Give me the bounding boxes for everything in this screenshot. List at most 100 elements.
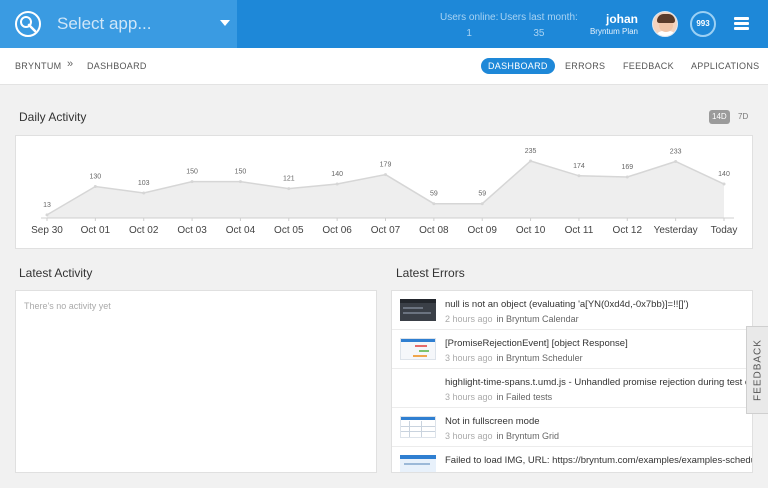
data-label: 59 bbox=[430, 191, 438, 198]
tab-applications[interactable]: APPLICATIONS bbox=[691, 58, 759, 74]
user-name[interactable]: johan bbox=[606, 12, 638, 26]
feedback-side-tab-label: FEEDBACK bbox=[752, 339, 763, 401]
app-select-label: Select app... bbox=[57, 14, 152, 33]
error-row[interactable]: null is not an object (evaluating 'a[YN(… bbox=[392, 291, 752, 330]
stat-value: 1 bbox=[466, 28, 472, 39]
data-point bbox=[142, 191, 146, 195]
data-point bbox=[93, 184, 97, 188]
x-tick-label: Oct 11 bbox=[565, 225, 594, 236]
error-row[interactable]: [PromiseRejectionEvent] [object Response… bbox=[392, 330, 752, 369]
x-tick-label: Oct 04 bbox=[226, 225, 256, 236]
error-source: in Bryntum Calendar bbox=[496, 314, 579, 324]
hamburger-icon[interactable] bbox=[734, 17, 749, 30]
error-source: in Bryntum Grid bbox=[496, 431, 560, 441]
x-tick-label: Oct 06 bbox=[322, 225, 352, 236]
error-time: 3 hours ago bbox=[445, 431, 493, 441]
breadcrumb-current: DASHBOARD bbox=[87, 61, 147, 71]
x-tick-label: Oct 02 bbox=[129, 225, 159, 236]
tab-dashboard[interactable]: DASHBOARD bbox=[481, 58, 555, 74]
range-7d-button[interactable]: 7D bbox=[735, 110, 751, 124]
error-time: 2 hours ago bbox=[445, 314, 493, 324]
error-title: [PromiseRejectionEvent] [object Response… bbox=[445, 338, 628, 349]
data-label: 174 bbox=[573, 163, 585, 170]
data-label: 121 bbox=[283, 176, 295, 183]
menu-line bbox=[734, 27, 749, 30]
x-tick-label: Oct 12 bbox=[613, 225, 643, 236]
data-point bbox=[625, 175, 629, 179]
chart-svg: 13 Sep 30 130 Oct 01 103 Oct 02 150 Oct 03 150 Oc… bbox=[31, 148, 737, 236]
data-point bbox=[432, 202, 436, 206]
data-label: 169 bbox=[621, 164, 633, 171]
data-point bbox=[674, 159, 678, 163]
x-tick-label: Oct 07 bbox=[371, 225, 401, 236]
feedback-side-tab[interactable]: FEEDBACK bbox=[746, 326, 768, 414]
latest-activity-title: Latest Activity bbox=[19, 266, 93, 280]
tab-feedback[interactable]: FEEDBACK bbox=[623, 58, 674, 74]
x-tick-label: Oct 03 bbox=[177, 225, 207, 236]
data-label: 150 bbox=[186, 169, 198, 176]
daily-activity-title: Daily Activity bbox=[19, 110, 87, 124]
breadcrumb-separator-icon: » bbox=[67, 58, 74, 70]
avatar[interactable] bbox=[652, 11, 678, 37]
data-point bbox=[480, 202, 484, 206]
data-label: 150 bbox=[235, 169, 247, 176]
error-thumbnail bbox=[400, 299, 436, 321]
data-point bbox=[577, 174, 581, 178]
stat-users-online: Users online: 1 bbox=[440, 12, 498, 39]
x-tick-label: Oct 10 bbox=[516, 225, 546, 236]
data-point bbox=[238, 180, 242, 184]
data-label: 140 bbox=[718, 171, 730, 178]
data-label: 235 bbox=[525, 148, 537, 155]
latest-errors-title: Latest Errors bbox=[396, 266, 465, 280]
data-point bbox=[335, 182, 339, 186]
data-label: 130 bbox=[90, 173, 102, 180]
data-point bbox=[384, 173, 387, 177]
error-thumbnail bbox=[400, 338, 436, 360]
error-source: in Failed tests bbox=[496, 392, 553, 402]
error-meta: 3 hours ago in Failed tests bbox=[445, 392, 552, 402]
error-row[interactable]: Not in fullscreen mode 3 hours ago in Bry… bbox=[392, 408, 752, 447]
app-select-dropdown[interactable]: Select app... bbox=[0, 0, 237, 48]
error-thumbnail bbox=[400, 416, 436, 438]
x-tick-label: Yesterday bbox=[654, 225, 698, 236]
menu-line bbox=[734, 17, 749, 20]
data-point bbox=[190, 180, 194, 184]
x-tick-label: Oct 08 bbox=[419, 225, 449, 236]
error-title: null is not an object (evaluating 'a[YN(… bbox=[445, 299, 689, 310]
x-tick-label: Oct 09 bbox=[467, 225, 497, 236]
x-tick-label: Sep 30 bbox=[31, 225, 63, 236]
latest-activity-panel: There's no activity yet bbox=[15, 290, 377, 473]
caret-down-icon bbox=[220, 20, 230, 26]
stat-label: Users online: bbox=[440, 12, 499, 23]
error-meta: 3 hours ago in Bryntum Scheduler bbox=[445, 353, 583, 363]
error-thumbnail bbox=[400, 455, 436, 472]
error-meta: 2 hours ago in Bryntum Calendar bbox=[445, 314, 579, 324]
daily-activity-chart: 13 Sep 30 130 Oct 01 103 Oct 02 150 Oct 03 150 Oc… bbox=[15, 135, 753, 249]
data-label: 233 bbox=[670, 148, 682, 155]
x-tick-label: Oct 05 bbox=[274, 225, 304, 236]
stat-users-last-month: Users last month: 35 bbox=[500, 12, 578, 39]
error-title: Failed to load IMG, URL: https://bryntum… bbox=[445, 455, 753, 466]
data-point bbox=[45, 213, 49, 217]
bryntum-logo-icon bbox=[15, 11, 41, 37]
breadcrumb-root[interactable]: BRYNTUM bbox=[15, 61, 61, 71]
range-14d-button[interactable]: 14D bbox=[709, 110, 730, 124]
notification-badge[interactable]: 993 bbox=[690, 11, 716, 37]
x-tick-label: Oct 01 bbox=[81, 225, 111, 236]
error-row[interactable]: highlight-time-spans.t.umd.js - Unhandle… bbox=[392, 369, 753, 408]
data-point bbox=[722, 182, 726, 186]
error-meta: 3 hours ago in Bryntum Grid bbox=[445, 431, 559, 441]
data-label: 140 bbox=[331, 171, 343, 178]
error-time: 3 hours ago bbox=[445, 392, 493, 402]
error-row[interactable]: Failed to load IMG, URL: https://bryntum… bbox=[392, 447, 753, 472]
data-label: 13 bbox=[43, 202, 51, 209]
nav-bar: BRYNTUM » DASHBOARD DASHBOARD ERRORS FEE… bbox=[0, 48, 768, 85]
tab-errors[interactable]: ERRORS bbox=[565, 58, 605, 74]
data-label: 59 bbox=[478, 191, 486, 198]
stat-label: Users last month: bbox=[500, 12, 578, 23]
latest-errors-panel: null is not an object (evaluating 'a[YN(… bbox=[391, 290, 753, 473]
user-plan: Bryntum Plan bbox=[589, 27, 638, 36]
error-title: highlight-time-spans.t.umd.js - Unhandle… bbox=[445, 377, 753, 388]
avatar-hair bbox=[657, 14, 675, 23]
menu-line bbox=[734, 22, 749, 25]
